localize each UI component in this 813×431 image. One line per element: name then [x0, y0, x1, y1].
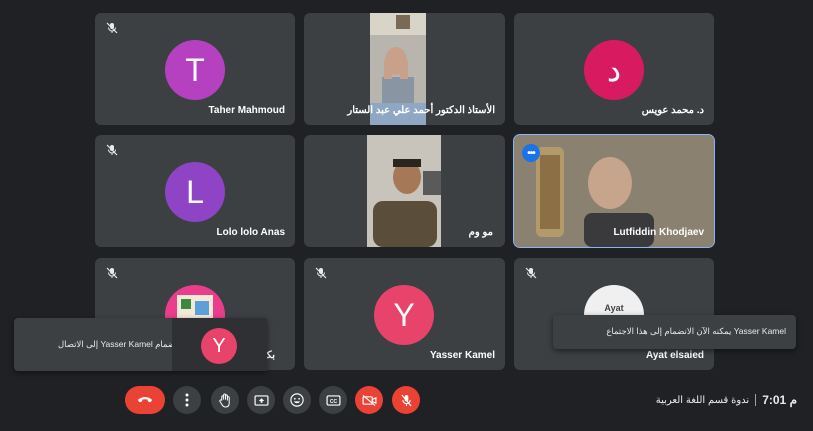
join-notification-left: انضمام Yasser Kamel إلى الاتصال Y — [14, 318, 267, 371]
meeting-time: 7:01 م — [762, 393, 797, 407]
participant-name: مو وم — [468, 227, 493, 238]
svg-text:CC: CC — [329, 398, 337, 404]
participant-tile[interactable]: L Lolo lolo Anas — [95, 135, 295, 247]
mic-off-icon — [106, 144, 118, 156]
camera-off-icon — [361, 394, 376, 406]
avatar: T — [165, 40, 225, 100]
avatar: د — [584, 40, 644, 100]
divider — [755, 394, 757, 406]
mic-off-icon — [400, 394, 412, 406]
toast-text: Yasser Kamel يمكنه الآن الانضمام إلى هذا… — [606, 326, 786, 336]
avatar-logo-text: Ayat — [604, 303, 624, 313]
mic-off-icon — [106, 22, 118, 34]
emoji-reaction-button[interactable] — [283, 386, 311, 414]
participant-name: Yasser Kamel — [429, 350, 495, 361]
mic-off-icon — [315, 267, 327, 279]
participant-video — [367, 135, 441, 247]
captions-icon: CC — [325, 394, 341, 406]
meeting-title: ندوة قسم اللغة العربية — [655, 394, 750, 406]
avatar: Y — [201, 328, 237, 364]
participant-tile[interactable]: Ayat Ayat elsaied — [514, 258, 714, 370]
avatar-initial: T — [185, 51, 205, 88]
raise-hand-icon — [218, 392, 230, 408]
meeting-info: ندوة قسم اللغة العربية 7:01 م — [656, 393, 797, 407]
more-options-icon — [185, 393, 189, 407]
participant-tile[interactable]: الأستاذ الدكتور أحمد علي عبد الستار — [304, 13, 505, 125]
participant-name: الأستاذ الدكتور أحمد علي عبد الستار — [347, 105, 495, 116]
avatar-initial: Y — [393, 296, 415, 333]
participant-name: د. محمد عويس — [641, 105, 704, 116]
captions-button[interactable]: CC — [319, 386, 347, 414]
avatar-initial: L — [186, 173, 204, 210]
participant-tile[interactable]: د د. محمد عويس — [514, 13, 714, 125]
raise-hand-button[interactable] — [211, 386, 239, 414]
more-options-button[interactable] — [173, 386, 201, 414]
toast-text: انضمام Yasser Kamel إلى الاتصال — [58, 339, 180, 349]
emoji-icon — [290, 393, 304, 407]
mic-off-icon — [525, 267, 537, 279]
avatar: L — [165, 162, 225, 222]
end-call-button[interactable] — [125, 386, 165, 414]
join-notification-right: Yasser Kamel يمكنه الآن الانضمام إلى هذا… — [553, 315, 796, 349]
participant-tile[interactable]: T Taher Mahmoud — [95, 13, 295, 125]
participant-tile[interactable]: مو وم — [304, 135, 505, 247]
end-call-icon — [137, 397, 153, 403]
participant-name: Ayat elsaied — [646, 350, 704, 361]
participant-name: Lutfiddin Khodjaev — [613, 227, 704, 238]
avatar-initial: Y — [212, 334, 226, 357]
participant-tile[interactable]: Y Yasser Kamel — [304, 258, 505, 370]
avatar: Y — [374, 285, 434, 345]
present-screen-icon — [253, 394, 269, 406]
mic-off-icon — [106, 267, 118, 279]
participant-name: Lolo lolo Anas — [216, 227, 285, 238]
more-options-icon[interactable]: ••• — [522, 144, 540, 162]
camera-toggle-button[interactable] — [355, 386, 383, 414]
participant-tile[interactable]: ••• Lutfiddin Khodjaev — [513, 134, 715, 248]
mic-toggle-button[interactable] — [392, 386, 420, 414]
avatar-initial: د — [606, 52, 622, 88]
participant-name: Taher Mahmoud — [208, 105, 285, 116]
present-screen-button[interactable] — [247, 386, 275, 414]
